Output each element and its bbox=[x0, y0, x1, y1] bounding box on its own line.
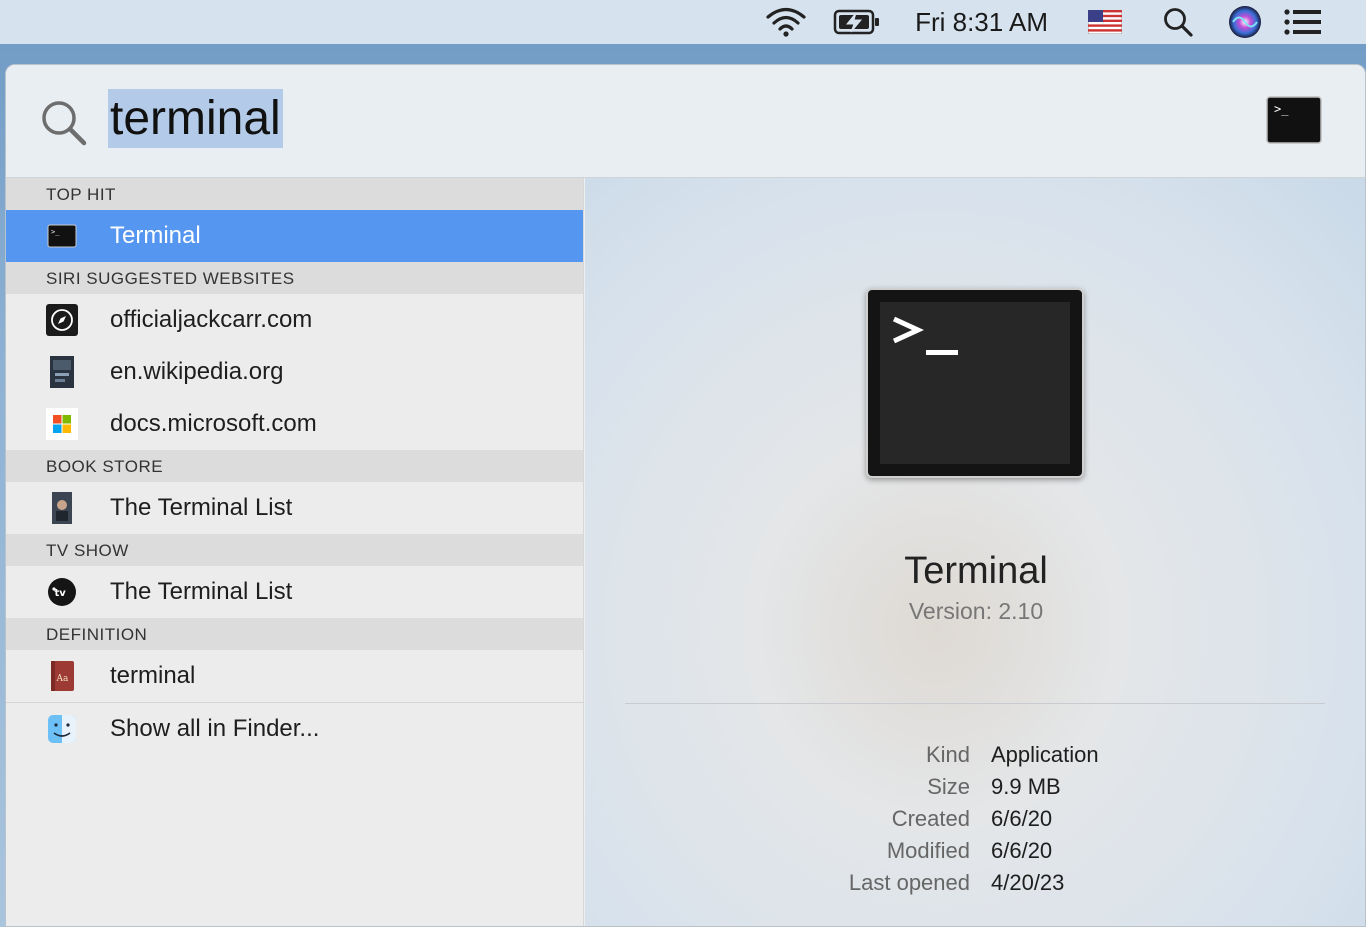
us-flag-input-icon[interactable] bbox=[1088, 10, 1122, 34]
website-thumbnail-icon bbox=[46, 356, 78, 388]
finder-icon bbox=[46, 713, 78, 745]
result-tv-show[interactable]: tv The Terminal List bbox=[6, 566, 583, 618]
book-cover-icon bbox=[46, 492, 78, 524]
metadata-row: Size 9.9 MB bbox=[585, 774, 1365, 806]
result-label: Terminal bbox=[110, 222, 201, 249]
results-list: TOP HIT >_ Terminal SIRI SUGGESTED WEBSI… bbox=[6, 178, 584, 926]
svg-text:Aa: Aa bbox=[56, 674, 69, 684]
metadata-row: Last opened 4/20/23 bbox=[585, 870, 1365, 902]
svg-text:>_: >_ bbox=[1274, 102, 1289, 116]
result-website[interactable]: docs.microsoft.com bbox=[6, 398, 583, 450]
spotlight-search-bar: terminal >_ bbox=[6, 65, 1365, 178]
microsoft-logo-icon bbox=[46, 408, 78, 440]
section-header-definition: DEFINITION bbox=[6, 618, 583, 650]
siri-icon[interactable] bbox=[1228, 5, 1262, 39]
dictionary-icon: Aa bbox=[46, 660, 78, 692]
metadata-value: Application bbox=[991, 742, 1099, 767]
result-website[interactable]: officialjackcarr.com bbox=[6, 294, 583, 346]
metadata-row: Created 6/6/20 bbox=[585, 806, 1365, 838]
result-book[interactable]: The Terminal List bbox=[6, 482, 583, 534]
result-definition[interactable]: Aa terminal bbox=[6, 650, 583, 702]
metadata-value: 4/20/23 bbox=[991, 870, 1065, 895]
result-label: The Terminal List bbox=[110, 494, 293, 521]
apple-tv-icon: tv bbox=[46, 576, 78, 608]
preview-divider bbox=[625, 703, 1325, 704]
metadata-value: 6/6/20 bbox=[991, 838, 1053, 863]
svg-text:>_: >_ bbox=[51, 228, 60, 236]
metadata-row: Modified 6/6/20 bbox=[585, 838, 1365, 870]
wifi-icon[interactable] bbox=[765, 6, 807, 38]
search-input[interactable]: terminal bbox=[108, 89, 283, 148]
result-label: en.wikipedia.org bbox=[110, 358, 284, 385]
preview-pane: Terminal Version: 2.10 Kind Application … bbox=[585, 178, 1365, 926]
result-label: Show all in Finder... bbox=[110, 715, 320, 742]
result-terminal-app[interactable]: >_ Terminal bbox=[6, 210, 583, 262]
show-all-in-finder[interactable]: Show all in Finder... bbox=[6, 703, 583, 755]
metadata-value: 6/6/20 bbox=[991, 806, 1053, 831]
menu-bar: Fri 8:31 AM bbox=[0, 0, 1366, 44]
metadata-key: Size bbox=[927, 774, 970, 799]
preview-metadata: Kind Application Size 9.9 MB Created 6/6… bbox=[585, 742, 1365, 902]
section-header-top-hit: TOP HIT bbox=[6, 178, 583, 210]
terminal-large-icon bbox=[866, 288, 1084, 478]
search-icon bbox=[40, 99, 88, 152]
metadata-row: Kind Application bbox=[585, 742, 1365, 774]
terminal-app-icon: >_ bbox=[46, 220, 78, 252]
result-label: officialjackcarr.com bbox=[110, 306, 313, 333]
menu-bar-clock[interactable]: Fri 8:31 AM bbox=[915, 7, 1048, 38]
metadata-key: Kind bbox=[925, 742, 970, 767]
spotlight-window: terminal >_ TOP HIT >_ Terminal SIRI SUG… bbox=[5, 64, 1366, 927]
preview-app-version: Version: 2.10 bbox=[908, 598, 1044, 624]
safari-compass-icon bbox=[46, 304, 78, 336]
result-label: The Terminal List bbox=[110, 578, 293, 605]
terminal-app-icon: >_ bbox=[1266, 96, 1322, 144]
metadata-key: Created bbox=[891, 806, 970, 831]
section-header-book-store: BOOK STORE bbox=[6, 450, 583, 482]
metadata-key: Last opened bbox=[848, 870, 970, 895]
result-label: docs.microsoft.com bbox=[110, 410, 317, 437]
svg-text:tv: tv bbox=[55, 588, 67, 599]
metadata-key: Modified bbox=[886, 838, 970, 863]
notification-center-icon[interactable] bbox=[1284, 9, 1322, 35]
result-website[interactable]: en.wikipedia.org bbox=[6, 346, 583, 398]
section-header-tv-show: TV SHOW bbox=[6, 534, 583, 566]
metadata-value: 9.9 MB bbox=[991, 774, 1061, 799]
result-label: terminal bbox=[110, 662, 196, 689]
spotlight-search-icon[interactable] bbox=[1162, 6, 1194, 38]
battery-charging-icon[interactable] bbox=[833, 8, 881, 36]
preview-app-name: Terminal bbox=[904, 550, 1048, 592]
section-header-siri-websites: SIRI SUGGESTED WEBSITES bbox=[6, 262, 583, 294]
